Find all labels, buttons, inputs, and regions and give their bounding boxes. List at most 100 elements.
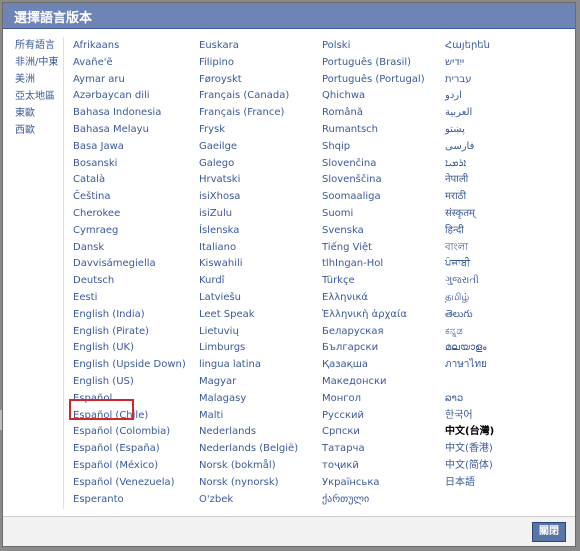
language-link[interactable]: Afrikaans xyxy=(73,38,197,55)
language-link[interactable]: Aymar aru xyxy=(73,72,197,89)
language-link[interactable]: English (UK) xyxy=(73,340,197,357)
language-link[interactable]: Română xyxy=(322,105,446,122)
language-link[interactable]: Català xyxy=(73,172,197,189)
language-link[interactable]: Filipino xyxy=(199,55,323,72)
region-item[interactable]: 所有語言 xyxy=(15,37,65,54)
language-link[interactable]: فارسی xyxy=(445,139,569,156)
language-link[interactable]: Қазақша xyxy=(322,357,446,374)
language-link[interactable]: ລາວ xyxy=(445,391,569,408)
language-link[interactable]: اردو xyxy=(445,88,569,105)
language-link[interactable]: Bosanski xyxy=(73,156,197,173)
language-link[interactable]: Français (France) xyxy=(199,105,323,122)
language-link[interactable]: Bahasa Melayu xyxy=(73,122,197,139)
language-link[interactable]: English (Upside Down) xyxy=(73,357,197,374)
language-link[interactable]: lingua latina xyxy=(199,357,323,374)
language-link[interactable]: Suomi xyxy=(322,206,446,223)
region-item[interactable]: 亞太地區 xyxy=(15,88,65,105)
region-item[interactable]: 西歐 xyxy=(15,122,65,139)
language-link[interactable]: Eesti xyxy=(73,290,197,307)
language-link[interactable]: Slovenščina xyxy=(322,172,446,189)
language-link[interactable]: Беларуская xyxy=(322,324,446,341)
language-link[interactable]: Português (Brasil) xyxy=(322,55,446,72)
close-button[interactable]: 關閉 xyxy=(532,522,566,542)
language-link[interactable]: தமிழ் xyxy=(445,290,569,307)
language-link[interactable]: Español (Venezuela) xyxy=(73,475,197,492)
language-link[interactable]: Hrvatski xyxy=(199,172,323,189)
language-link[interactable]: Cymraeg xyxy=(73,223,197,240)
language-link[interactable]: Euskara xyxy=(199,38,323,55)
language-link[interactable]: עברית xyxy=(445,72,569,89)
language-link[interactable]: ქართული xyxy=(322,492,446,509)
language-link[interactable]: ภาษาไทย xyxy=(445,357,569,374)
language-link[interactable]: Íslenska xyxy=(199,223,323,240)
language-link[interactable]: Bahasa Indonesia xyxy=(73,105,197,122)
language-link[interactable]: বাংলা xyxy=(445,240,569,257)
language-link[interactable]: Українська xyxy=(322,475,446,492)
language-link[interactable]: Gaeilge xyxy=(199,139,323,156)
language-link[interactable]: Latviešu xyxy=(199,290,323,307)
language-link[interactable]: Español (México) xyxy=(73,458,197,475)
language-link[interactable]: English (Pirate) xyxy=(73,324,197,341)
language-link[interactable]: ייִדיש xyxy=(445,55,569,72)
language-link[interactable]: English (India) xyxy=(73,307,197,324)
language-link[interactable]: Kurdî xyxy=(199,273,323,290)
language-link[interactable]: ܐܪܡܝܐ xyxy=(445,156,569,173)
language-link[interactable]: Davvisámegiella xyxy=(73,256,197,273)
language-link[interactable]: Magyar xyxy=(199,374,323,391)
language-link[interactable]: Русский xyxy=(322,408,446,425)
language-link[interactable]: Српски xyxy=(322,424,446,441)
language-link[interactable]: tlhIngan-Hol xyxy=(322,256,446,273)
language-link[interactable]: ગુજરાતી xyxy=(445,273,569,290)
language-link[interactable]: नेपाली xyxy=(445,172,569,189)
language-link[interactable]: Esperanto xyxy=(73,492,197,509)
language-link[interactable]: Ἑλληνικὴ ἀρχαία xyxy=(322,307,446,324)
language-link[interactable]: English (US) xyxy=(73,374,197,391)
language-link[interactable]: Македонски xyxy=(322,374,446,391)
language-link[interactable]: Leet Speak xyxy=(199,307,323,324)
language-link[interactable]: Galego xyxy=(199,156,323,173)
language-link[interactable]: Norsk (bokmål) xyxy=(199,458,323,475)
language-link[interactable]: हिन्दी xyxy=(445,223,569,240)
language-link[interactable]: Kiswahili xyxy=(199,256,323,273)
language-link[interactable]: Lietuvių xyxy=(199,324,323,341)
language-link[interactable]: Ελληνικά xyxy=(322,290,446,307)
language-link[interactable]: Nederlands xyxy=(199,424,323,441)
language-link[interactable]: Rumantsch xyxy=(322,122,446,139)
language-link[interactable]: Nederlands (België) xyxy=(199,441,323,458)
language-link[interactable]: Norsk (nynorsk) xyxy=(199,475,323,492)
language-link[interactable]: ਪੰਜਾਬੀ xyxy=(445,256,569,273)
language-link[interactable]: 中文(简体) xyxy=(445,458,569,475)
language-link[interactable]: Türkçe xyxy=(322,273,446,290)
language-link[interactable]: Svenska xyxy=(322,223,446,240)
language-link[interactable]: Azərbaycan dili xyxy=(73,88,197,105)
language-link[interactable]: Français (Canada) xyxy=(199,88,323,105)
language-link[interactable]: Shqip xyxy=(322,139,446,156)
region-item[interactable]: 非洲/中東 xyxy=(15,54,65,71)
language-link[interactable]: O'zbek xyxy=(199,492,323,509)
language-link[interactable]: 中文(台灣) xyxy=(445,424,569,441)
language-link[interactable]: پښتو xyxy=(445,122,569,139)
language-link[interactable]: isiZulu xyxy=(199,206,323,223)
region-item[interactable]: 美洲 xyxy=(15,71,65,88)
language-link[interactable]: Татарча xyxy=(322,441,446,458)
language-link[interactable]: 中文(香港) xyxy=(445,441,569,458)
language-link[interactable]: ಕನ್ನಡ xyxy=(445,324,569,341)
language-link[interactable]: Italiano xyxy=(199,240,323,257)
language-link[interactable]: Português (Portugal) xyxy=(322,72,446,89)
language-link[interactable]: Español (Colombia) xyxy=(73,424,197,441)
language-link[interactable]: Polski xyxy=(322,38,446,55)
region-item[interactable]: 東歐 xyxy=(15,105,65,122)
language-link[interactable]: తెలుగు xyxy=(445,307,569,324)
language-link[interactable]: 日本語 xyxy=(445,475,569,492)
language-link[interactable]: Dansk xyxy=(73,240,197,257)
language-link[interactable]: Malagasy xyxy=(199,391,323,408)
language-link[interactable]: Čeština xyxy=(73,189,197,206)
language-link[interactable]: മലയാളം xyxy=(445,340,569,357)
language-link[interactable]: Cherokee xyxy=(73,206,197,223)
language-link[interactable]: संस्कृतम् xyxy=(445,206,569,223)
language-link[interactable]: Slovenčina xyxy=(322,156,446,173)
language-link[interactable]: Frysk xyxy=(199,122,323,139)
language-link[interactable]: मराठी xyxy=(445,189,569,206)
language-link[interactable]: Avañe'ẽ xyxy=(73,55,197,72)
language-link[interactable]: Հայերեն xyxy=(445,38,569,55)
